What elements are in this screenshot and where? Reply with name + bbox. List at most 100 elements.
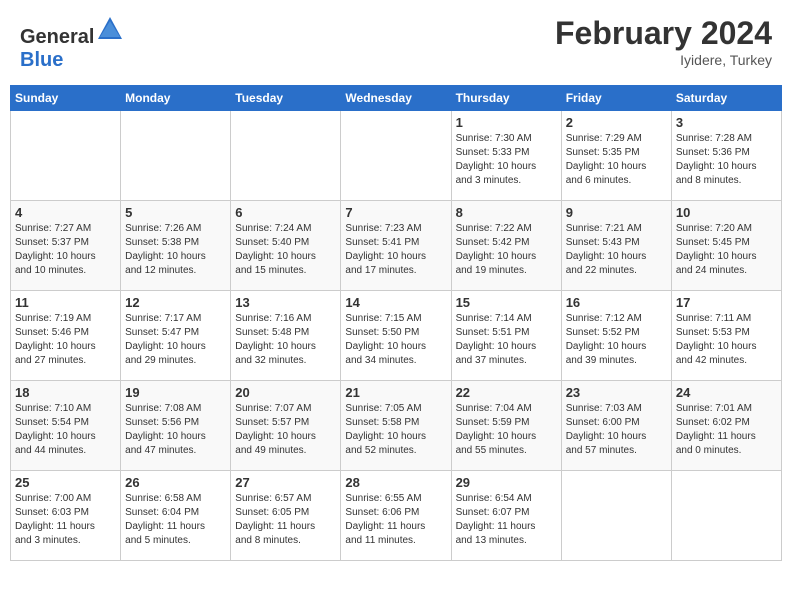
calendar-cell [341,111,451,201]
calendar-cell: 13Sunrise: 7:16 AM Sunset: 5:48 PM Dayli… [231,291,341,381]
day-info: Sunrise: 7:29 AM Sunset: 5:35 PM Dayligh… [566,132,667,188]
day-info: Sunrise: 7:30 AM Sunset: 5:33 PM Dayligh… [456,132,557,188]
calendar-cell: 6 Sunrise: 7:24 AM Sunset: 5:40 PM Daylig… [231,201,341,291]
calendar-cell: 12Sunrise: 7:17 AM Sunset: 5:47 PM Dayli… [121,291,231,381]
day-info: Sunrise: 7:01 AM Sunset: 6:02 PM Dayligh… [676,402,777,458]
calendar-cell: 2 Sunrise: 7:29 AM Sunset: 5:35 PM Daylig… [561,111,671,201]
day-number: 23 [566,385,667,400]
calendar-cell [121,111,231,201]
day-number: 6 [235,205,336,220]
day-info: Sunrise: 7:03 AM Sunset: 6:00 PM Dayligh… [566,402,667,458]
calendar-cell: 22 Sunrise: 7:04 AM Sunset: 5:59 PM Dayli… [451,381,561,471]
day-number: 4 [15,205,116,220]
calendar-cell: 19 Sunrise: 7:08 AM Sunset: 5:56 PM Dayli… [121,381,231,471]
day-info: Sunrise: 6:58 AM Sunset: 6:04 PM Dayligh… [125,492,226,548]
calendar-title: February 2024 [555,15,772,52]
col-monday: Monday [121,86,231,111]
calendar-cell [231,111,341,201]
calendar-week-2: 4 Sunrise: 7:27 AM Sunset: 5:37 PM Daylig… [11,201,782,291]
day-info: Sunrise: 7:00 AM Sunset: 6:03 PM Dayligh… [15,492,116,548]
day-number: 9 [566,205,667,220]
calendar-header-row: Sunday Monday Tuesday Wednesday Thursday… [11,86,782,111]
day-info: Sunrise: 7:07 AM Sunset: 5:57 PM Dayligh… [235,402,336,458]
calendar-cell: 11 Sunrise: 7:19 AM Sunset: 5:46 PM Dayli… [11,291,121,381]
day-info: Sunrise: 7:04 AM Sunset: 5:59 PM Dayligh… [456,402,557,458]
col-sunday: Sunday [11,86,121,111]
calendar-cell: 26Sunrise: 6:58 AM Sunset: 6:04 PM Dayli… [121,471,231,561]
day-info: Sunrise: 7:12 AM Sunset: 5:52 PM Dayligh… [566,312,667,368]
day-number: 15 [456,295,557,310]
calendar-cell: 16Sunrise: 7:12 AM Sunset: 5:52 PM Dayli… [561,291,671,381]
day-info: Sunrise: 6:54 AM Sunset: 6:07 PM Dayligh… [456,492,557,548]
day-number: 18 [15,385,116,400]
calendar-cell: 9Sunrise: 7:21 AM Sunset: 5:43 PM Daylig… [561,201,671,291]
day-number: 20 [235,385,336,400]
calendar-cell: 27 Sunrise: 6:57 AM Sunset: 6:05 PM Dayli… [231,471,341,561]
col-tuesday: Tuesday [231,86,341,111]
day-number: 27 [235,475,336,490]
calendar-cell [671,471,781,561]
calendar-cell: 3 Sunrise: 7:28 AM Sunset: 5:36 PM Daylig… [671,111,781,201]
day-number: 28 [345,475,446,490]
day-info: Sunrise: 7:16 AM Sunset: 5:48 PM Dayligh… [235,312,336,368]
day-info: Sunrise: 7:20 AM Sunset: 5:45 PM Dayligh… [676,222,777,278]
calendar-week-5: 25Sunrise: 7:00 AM Sunset: 6:03 PM Dayli… [11,471,782,561]
day-info: Sunrise: 7:17 AM Sunset: 5:47 PM Dayligh… [125,312,226,368]
calendar-cell: 23 Sunrise: 7:03 AM Sunset: 6:00 PM Dayli… [561,381,671,471]
day-info: Sunrise: 7:22 AM Sunset: 5:42 PM Dayligh… [456,222,557,278]
day-number: 29 [456,475,557,490]
day-number: 3 [676,115,777,130]
calendar-cell: 20 Sunrise: 7:07 AM Sunset: 5:57 PM Dayli… [231,381,341,471]
calendar-location: Iyidere, Turkey [555,52,772,68]
day-number: 10 [676,205,777,220]
calendar-cell: 28Sunrise: 6:55 AM Sunset: 6:06 PM Dayli… [341,471,451,561]
calendar-body: 1Sunrise: 7:30 AM Sunset: 5:33 PM Daylig… [11,111,782,561]
day-info: Sunrise: 7:27 AM Sunset: 5:37 PM Dayligh… [15,222,116,278]
col-friday: Friday [561,86,671,111]
day-info: Sunrise: 7:14 AM Sunset: 5:51 PM Dayligh… [456,312,557,368]
day-info: Sunrise: 7:08 AM Sunset: 5:56 PM Dayligh… [125,402,226,458]
day-info: Sunrise: 7:05 AM Sunset: 5:58 PM Dayligh… [345,402,446,458]
page-header: General Blue February 2024 Iyidere, Turk… [10,10,782,77]
day-number: 21 [345,385,446,400]
calendar-cell: 1Sunrise: 7:30 AM Sunset: 5:33 PM Daylig… [451,111,561,201]
day-number: 24 [676,385,777,400]
calendar-cell [561,471,671,561]
calendar-cell: 4 Sunrise: 7:27 AM Sunset: 5:37 PM Daylig… [11,201,121,291]
logo-text: General Blue [20,15,124,72]
calendar-cell: 8Sunrise: 7:22 AM Sunset: 5:42 PM Daylig… [451,201,561,291]
calendar-cell: 24 Sunrise: 7:01 AM Sunset: 6:02 PM Dayli… [671,381,781,471]
day-number: 2 [566,115,667,130]
calendar-cell: 29 Sunrise: 6:54 AM Sunset: 6:07 PM Dayli… [451,471,561,561]
col-wednesday: Wednesday [341,86,451,111]
col-saturday: Saturday [671,86,781,111]
calendar-cell: 18 Sunrise: 7:10 AM Sunset: 5:54 PM Dayli… [11,381,121,471]
calendar-table: Sunday Monday Tuesday Wednesday Thursday… [10,85,782,561]
day-number: 7 [345,205,446,220]
day-info: Sunrise: 7:26 AM Sunset: 5:38 PM Dayligh… [125,222,226,278]
day-info: Sunrise: 7:28 AM Sunset: 5:36 PM Dayligh… [676,132,777,188]
calendar-cell: 21 Sunrise: 7:05 AM Sunset: 5:58 PM Dayli… [341,381,451,471]
logo: General Blue [20,15,124,72]
day-info: Sunrise: 6:57 AM Sunset: 6:05 PM Dayligh… [235,492,336,548]
col-thursday: Thursday [451,86,561,111]
day-number: 11 [15,295,116,310]
calendar-cell: 5 Sunrise: 7:26 AM Sunset: 5:38 PM Daylig… [121,201,231,291]
day-info: Sunrise: 7:23 AM Sunset: 5:41 PM Dayligh… [345,222,446,278]
day-info: Sunrise: 7:10 AM Sunset: 5:54 PM Dayligh… [15,402,116,458]
calendar-cell: 7 Sunrise: 7:23 AM Sunset: 5:41 PM Daylig… [341,201,451,291]
day-number: 19 [125,385,226,400]
day-number: 17 [676,295,777,310]
calendar-week-3: 11 Sunrise: 7:19 AM Sunset: 5:46 PM Dayli… [11,291,782,381]
calendar-week-1: 1Sunrise: 7:30 AM Sunset: 5:33 PM Daylig… [11,111,782,201]
calendar-cell [11,111,121,201]
logo-general: General [20,26,94,48]
day-info: Sunrise: 7:15 AM Sunset: 5:50 PM Dayligh… [345,312,446,368]
day-number: 22 [456,385,557,400]
day-number: 14 [345,295,446,310]
logo-icon [96,15,124,43]
calendar-cell: 14 Sunrise: 7:15 AM Sunset: 5:50 PM Dayli… [341,291,451,381]
day-number: 5 [125,205,226,220]
day-info: Sunrise: 7:19 AM Sunset: 5:46 PM Dayligh… [15,312,116,368]
day-info: Sunrise: 7:24 AM Sunset: 5:40 PM Dayligh… [235,222,336,278]
